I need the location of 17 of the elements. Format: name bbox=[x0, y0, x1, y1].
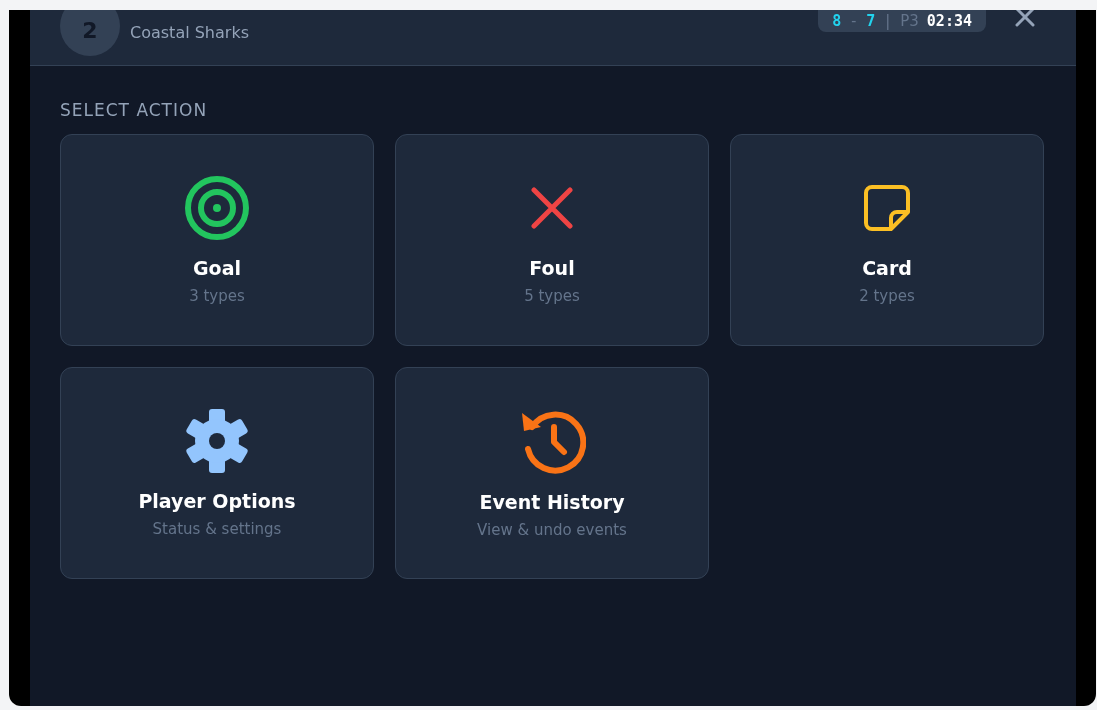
home-score: 8 bbox=[832, 12, 842, 30]
score-separator: - bbox=[849, 12, 859, 30]
gear-icon bbox=[185, 408, 249, 474]
action-card[interactable]: Player Options Status & settings bbox=[60, 367, 374, 579]
action-card[interactable]: Goal 3 types bbox=[60, 134, 374, 346]
score-divider: | bbox=[883, 12, 893, 30]
away-score: 7 bbox=[866, 12, 876, 30]
section-title: SELECT ACTION bbox=[60, 100, 209, 120]
note-icon bbox=[863, 184, 911, 232]
game-clock: 02:34 bbox=[926, 12, 972, 30]
action-card[interactable]: Event History View & undo events bbox=[395, 367, 709, 579]
target-icon bbox=[184, 175, 250, 241]
cross-icon bbox=[531, 187, 573, 229]
team-name: Coastal Sharks bbox=[130, 23, 249, 42]
action-card[interactable]: Card 2 types bbox=[730, 134, 1044, 346]
close-icon[interactable] bbox=[1014, 10, 1036, 28]
action-card[interactable]: Foul 5 types bbox=[395, 134, 709, 346]
